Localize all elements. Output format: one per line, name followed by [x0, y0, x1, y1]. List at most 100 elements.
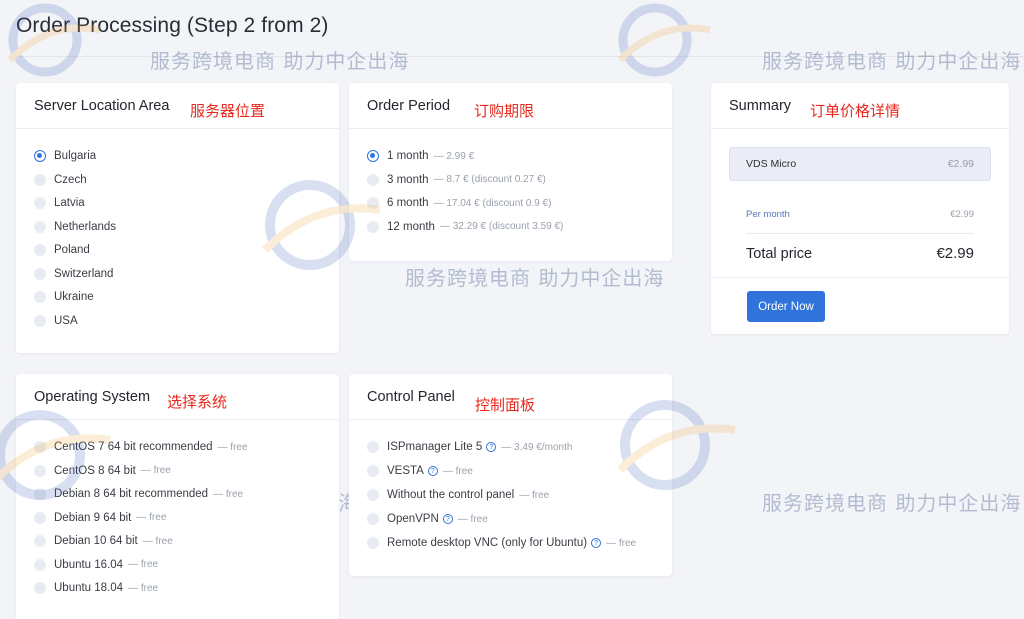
radio-icon[interactable] — [34, 291, 46, 303]
os-option[interactable]: Ubuntu 18.04 — free — [34, 580, 158, 596]
radio-icon[interactable] — [367, 513, 379, 525]
radio-icon[interactable] — [34, 197, 46, 209]
per-month-row: Per month €2.99 — [746, 209, 974, 220]
total-label: Total price — [746, 245, 813, 262]
per-month-label: Per month — [746, 209, 790, 220]
os-option[interactable]: Debian 10 64 bit — free — [34, 533, 173, 549]
radio-icon[interactable] — [367, 465, 379, 477]
radio-selected-icon[interactable] — [367, 150, 379, 162]
title-divider — [16, 56, 1024, 57]
os-option[interactable]: Ubuntu 16.04 — free — [34, 557, 158, 573]
os-option-price: — free — [136, 512, 167, 523]
radio-icon[interactable] — [34, 535, 46, 547]
location-option[interactable]: USA — [34, 313, 78, 329]
panel-option-price: — free — [442, 465, 473, 477]
location-option-label: Bulgaria — [54, 150, 97, 162]
radio-icon[interactable] — [34, 314, 46, 327]
help-icon[interactable]: ? — [427, 466, 438, 476]
radio-icon[interactable] — [34, 173, 46, 186]
panel-option-price: — 3.49 €/month — [501, 441, 573, 453]
radio-icon[interactable] — [34, 267, 46, 280]
panel-option-label: Without the control panel — [387, 489, 515, 501]
location-option-label: Netherlands — [54, 220, 117, 233]
panel-option-label: ISPmanager Lite 5 — [387, 441, 483, 453]
radio-icon[interactable] — [34, 558, 46, 571]
os-option-price: — free — [213, 488, 244, 500]
period-option[interactable]: 6 month — 17.04 € (discount 0.9 €) — [367, 195, 551, 211]
panel-option-label: VESTA — [387, 465, 424, 477]
period-card-title: Order Period — [367, 97, 451, 114]
os-option-price: — free — [128, 582, 159, 594]
location-annotation: 服务器位置 — [190, 102, 266, 120]
os-option[interactable]: CentOS 7 64 bit recommended — free — [34, 439, 248, 455]
os-option[interactable]: Debian 9 64 bit — free — [34, 510, 166, 526]
os-option-price: — free — [142, 535, 173, 547]
location-option[interactable]: Latvia — [34, 195, 85, 211]
period-option-label: 3 month — [387, 173, 429, 186]
summary-footer-divider — [711, 277, 1009, 278]
panel-card-title: Control Panel — [367, 388, 455, 405]
help-icon[interactable]: ? — [486, 442, 497, 452]
location-option[interactable]: Switzerland — [34, 266, 113, 282]
radio-icon[interactable] — [367, 489, 379, 501]
period-option-label: 1 month — [387, 150, 429, 162]
radio-icon[interactable] — [367, 173, 379, 186]
plan-box: VDS Micro €2.99 — [729, 147, 991, 181]
location-option[interactable]: Ukraine — [34, 289, 94, 305]
panel-option[interactable]: Without the control panel — free — [367, 487, 549, 503]
radio-icon[interactable] — [34, 582, 46, 594]
os-option-label: Ubuntu 16.04 — [54, 558, 124, 571]
radio-icon[interactable] — [34, 244, 46, 256]
location-option-label: Switzerland — [54, 267, 114, 280]
watermark-logo-icon — [7, 3, 101, 77]
os-option-price: — free — [128, 559, 159, 570]
total-row: Total price €2.99 — [746, 245, 974, 262]
per-month-value: €2.99 — [950, 209, 974, 220]
help-icon[interactable]: ? — [442, 514, 453, 524]
os-annotation: 选择系统 — [167, 393, 228, 411]
panel-option[interactable]: Remote desktop VNC (only for Ubuntu)? — f… — [367, 535, 636, 551]
os-card-title: Operating System — [34, 388, 151, 405]
period-option-label: 6 month — [387, 197, 429, 209]
os-option-label: Debian 9 64 bit — [54, 511, 132, 524]
watermark-tagline: 服务跨境电商 助力中企出海 — [405, 266, 665, 290]
order-now-button[interactable]: Order Now — [747, 291, 825, 322]
os-option-label: Debian 10 64 bit — [54, 535, 138, 547]
os-option[interactable]: Debian 8 64 bit recommended — free — [34, 486, 243, 502]
location-option-label: USA — [54, 314, 78, 327]
radio-icon[interactable] — [367, 441, 379, 453]
plan-price: €2.99 — [947, 158, 974, 170]
location-option[interactable]: Poland — [34, 242, 90, 258]
period-option[interactable]: 12 month — 32.29 € (discount 3.59 €) — [367, 219, 563, 235]
panel-option[interactable]: ISPmanager Lite 5? — 3.49 €/month — [367, 439, 572, 455]
period-option-price: — 17.04 € (discount 0.9 €) — [433, 197, 552, 209]
help-icon[interactable]: ? — [591, 538, 602, 548]
radio-icon[interactable] — [367, 197, 379, 209]
panel-option[interactable]: VESTA? — free — [367, 463, 473, 479]
radio-icon[interactable] — [34, 511, 46, 524]
radio-icon[interactable] — [34, 488, 46, 500]
watermark-logo-icon — [617, 3, 711, 77]
radio-icon[interactable] — [34, 220, 46, 233]
radio-icon[interactable] — [34, 464, 46, 477]
os-option[interactable]: CentOS 8 64 bit — free — [34, 463, 171, 479]
location-option[interactable]: Netherlands — [34, 219, 116, 235]
panel-option-price: — free — [606, 537, 637, 549]
location-option[interactable]: Bulgaria — [34, 148, 96, 164]
watermark-tagline: 服务跨境电商 助力中企出海 — [762, 491, 1022, 515]
period-option[interactable]: 1 month — 2.99 € — [367, 148, 474, 164]
radio-icon[interactable] — [34, 441, 46, 453]
location-option-label: Ukraine — [54, 291, 94, 303]
panel-option[interactable]: OpenVPN? — free — [367, 511, 488, 527]
location-option[interactable]: Czech — [34, 172, 87, 188]
radio-icon[interactable] — [367, 537, 379, 549]
location-option-label: Czech — [54, 173, 87, 186]
summary-divider — [746, 233, 974, 234]
panel-option-price: — free — [519, 489, 550, 501]
radio-selected-icon[interactable] — [34, 150, 46, 162]
location-option-label: Latvia — [54, 197, 85, 209]
radio-icon[interactable] — [367, 220, 379, 233]
panel-option-label: Remote desktop VNC (only for Ubuntu) — [387, 537, 588, 549]
period-option[interactable]: 3 month — 8.7 € (discount 0.27 €) — [367, 172, 546, 188]
os-option-label: CentOS 7 64 bit recommended — [54, 441, 213, 453]
